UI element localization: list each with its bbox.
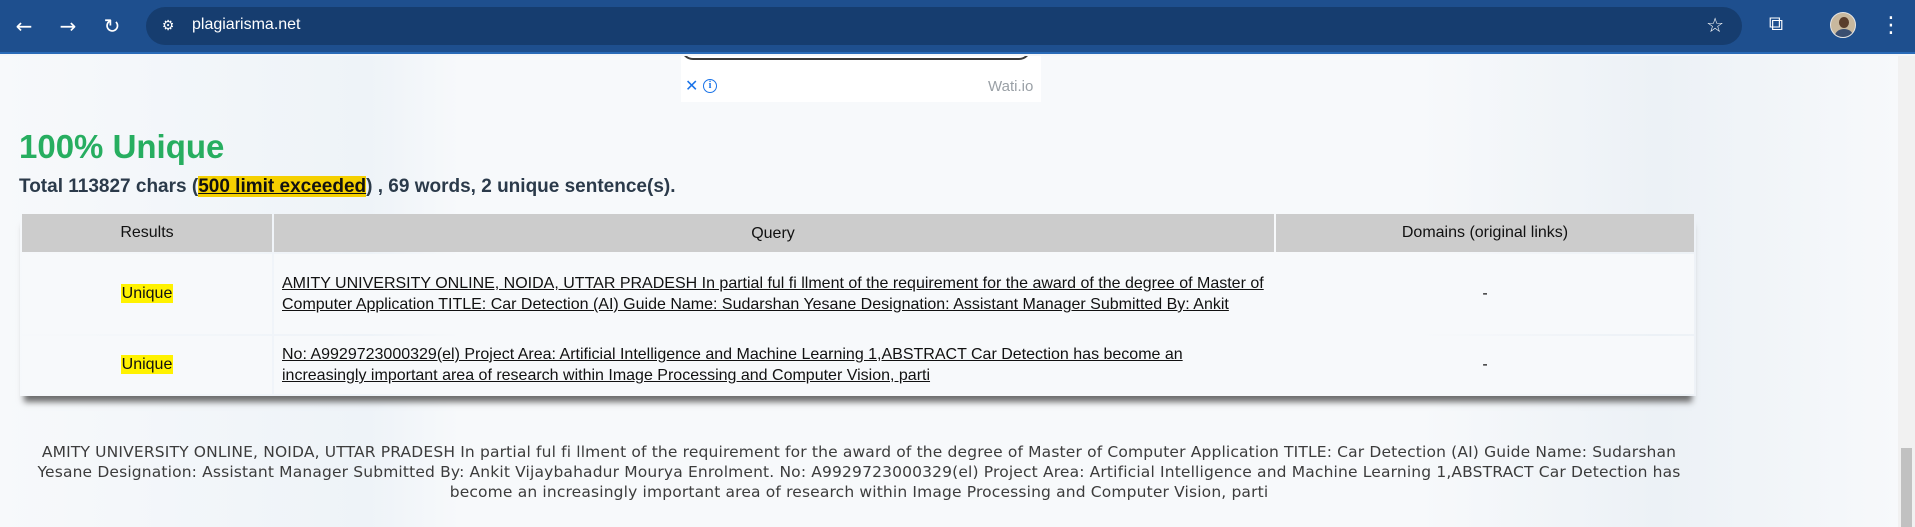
domain-cell: -: [1276, 336, 1694, 394]
table-row: Unique No: A9929723000329(el) Project Ar…: [22, 336, 1694, 394]
kebab-menu-icon[interactable]: ⋮: [1880, 12, 1902, 40]
bookmark-star-icon[interactable]: ☆: [1706, 13, 1724, 37]
table-header-row: Results Query Domains (original links): [22, 214, 1694, 252]
query-cell: AMITY UNIVERSITY ONLINE, NOIDA, UTTAR PR…: [274, 254, 1274, 334]
ad-button[interactable]: [681, 56, 1031, 60]
result-cell: Unique: [22, 336, 272, 394]
submitted-text: AMITY UNIVERSITY ONLINE, NOIDA, UTTAR PR…: [37, 443, 1681, 501]
page-content: ✕ i Wati.io 100% Unique Total 113827 cha…: [0, 56, 1898, 527]
address-bar[interactable]: ⚙ plagiarisma.net ☆: [146, 7, 1742, 45]
forward-arrow-icon[interactable]: →: [54, 12, 82, 40]
limit-exceeded-link[interactable]: 500 limit exceeded: [198, 176, 367, 197]
page-scrollbar[interactable]: [1898, 56, 1915, 527]
url-text[interactable]: plagiarisma.net: [192, 16, 301, 34]
summary-suffix: ) , 69 words, 2 unique sentence(s).: [366, 176, 676, 197]
result-cell: Unique: [22, 254, 272, 334]
site-info-icon[interactable]: ⚙: [158, 16, 178, 36]
check-summary: Total 113827 chars (500 limit exceeded) …: [19, 176, 676, 198]
summary-prefix: Total 113827 chars (: [19, 176, 199, 197]
back-arrow-icon[interactable]: ←: [10, 12, 38, 40]
results-table: Results Query Domains (original links) U…: [20, 212, 1696, 396]
ad-label[interactable]: Wati.io: [988, 78, 1033, 95]
table-row: Unique AMITY UNIVERSITY ONLINE, NOIDA, U…: [22, 254, 1694, 334]
query-cell: No: A9929723000329(el) Project Area: Art…: [274, 336, 1274, 394]
uniqueness-score: 100% Unique: [19, 128, 225, 165]
extensions-puzzle-icon[interactable]: ⧉: [1764, 11, 1788, 35]
ad-info-icon[interactable]: i: [703, 79, 717, 93]
domain-cell: -: [1276, 254, 1694, 334]
unique-badge: Unique: [120, 284, 174, 303]
header-results: Results: [22, 214, 272, 252]
header-domains: Domains (original links): [1276, 214, 1694, 252]
scrollbar-thumb[interactable]: [1901, 448, 1912, 527]
profile-avatar[interactable]: [1830, 12, 1856, 38]
ad-banner[interactable]: ✕ i Wati.io: [681, 56, 1041, 102]
query-link[interactable]: AMITY UNIVERSITY ONLINE, NOIDA, UTTAR PR…: [282, 275, 1264, 313]
unique-badge: Unique: [120, 355, 174, 374]
header-query: Query: [274, 214, 1274, 252]
browser-toolbar: ← → ↻ ⚙ plagiarisma.net ☆ ⧉ ⋮: [0, 0, 1915, 54]
reload-icon[interactable]: ↻: [98, 12, 126, 40]
ad-close-icon[interactable]: ✕: [685, 78, 698, 94]
query-link[interactable]: No: A9929723000329(el) Project Area: Art…: [282, 346, 1183, 384]
